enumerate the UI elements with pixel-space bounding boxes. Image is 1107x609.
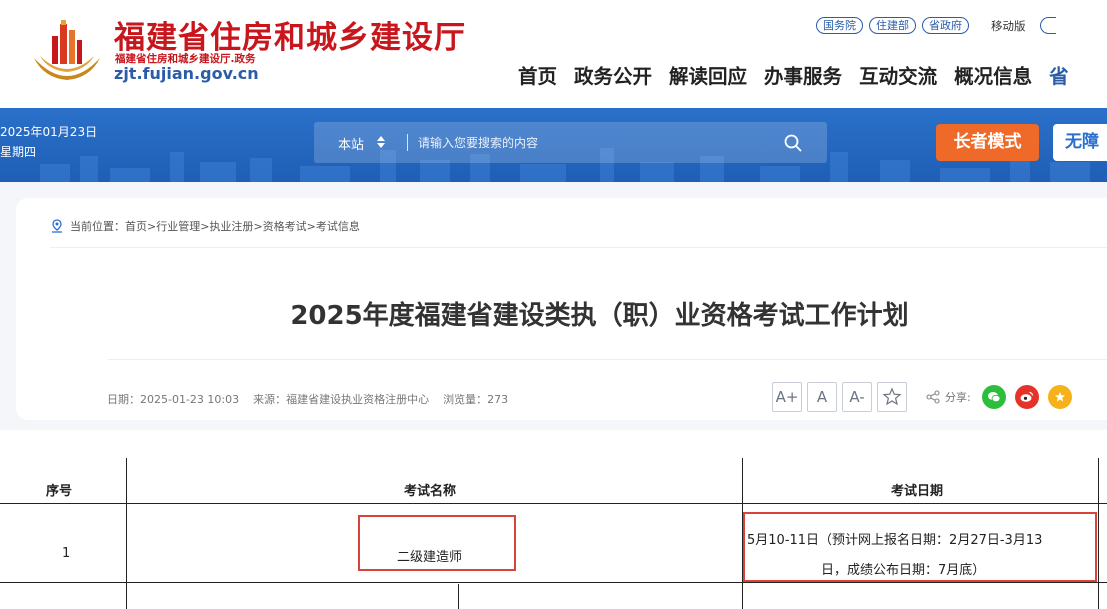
- updown-caret-icon[interactable]: [376, 134, 386, 150]
- share-icon: [926, 390, 940, 404]
- breadcrumb-industry[interactable]: 行业管理: [156, 218, 200, 234]
- article-source: 来源：福建省建设执业资格注册中心: [253, 393, 430, 406]
- main-nav: 首页 政务公开 解读回应 办事服务 互动交流 概况信息 省: [518, 60, 1069, 89]
- search-input[interactable]: [418, 132, 778, 153]
- site-domain-suffix: .fujian.gov.cn: [136, 64, 259, 83]
- search-box: 本站: [314, 122, 827, 163]
- mobile-version-link[interactable]: 移动版: [991, 18, 1026, 34]
- nav-interaction[interactable]: 互动交流: [859, 60, 937, 89]
- font-smaller-button[interactable]: A-: [842, 382, 872, 412]
- search-icon[interactable]: [784, 134, 802, 152]
- table-column-line: [126, 458, 127, 609]
- search-divider: [407, 134, 408, 151]
- header-exam-date: 考试日期: [891, 484, 944, 499]
- nav-gov-affairs[interactable]: 政务公开: [574, 60, 652, 89]
- breadcrumb-prefix: 当前位置：: [70, 220, 125, 233]
- row-index: 1: [62, 546, 71, 561]
- table-header-line: [0, 503, 1107, 504]
- table-row-line: [0, 582, 1107, 583]
- article-date: 日期：2025-01-23 10:03: [107, 393, 240, 406]
- row-exam-date-line1: 5月10-11日（预计网上报名日期：2月27日-3月13: [747, 533, 1043, 548]
- table-column-line: [1098, 458, 1099, 609]
- header-exam-name: 考试名称: [404, 484, 457, 499]
- article-tools: A+ A A- 分享:: [772, 382, 1076, 412]
- nav-overview[interactable]: 概况信息: [954, 60, 1032, 89]
- link-provincial-gov[interactable]: 省政府: [922, 17, 969, 34]
- article-meta: 日期：2025-01-23 10:03 来源：福建省建设执业资格注册中心 浏览量…: [107, 391, 508, 407]
- share-label: 分享:: [945, 391, 971, 404]
- site-header: 福建省住房和城乡建设厅 福建省住房和城乡建设厅.政务 zjt.fujian.go…: [0, 0, 1107, 108]
- location-pin-icon: [52, 219, 62, 233]
- exam-table: 序号 考试名称 考试日期 1 二级建造师 5月10-11日（预计网上报名日期：2…: [0, 458, 1107, 609]
- row-exam-name: 二级建造师: [397, 550, 463, 565]
- breadcrumb-registration[interactable]: 执业注册: [209, 218, 253, 234]
- date-display: 2025年01月23日 星期四: [0, 122, 97, 162]
- link-mohurd[interactable]: 住建部: [869, 17, 916, 34]
- breadcrumb-qualification[interactable]: 资格考试: [263, 218, 307, 234]
- font-normal-button[interactable]: A: [807, 382, 837, 412]
- barrier-free-button[interactable]: 无障: [1053, 124, 1107, 161]
- top-links: 国务院 住建部 省政府 移动版: [816, 17, 1056, 34]
- breadcrumb-sep: >: [147, 219, 157, 233]
- search-scope-select[interactable]: 本站: [338, 134, 364, 153]
- nav-interpretation[interactable]: 解读回应: [669, 60, 747, 89]
- breadcrumb: 当前位置： 首页 > 行业管理 > 执业注册 > 资格考试 > 考试信息: [50, 218, 360, 234]
- breadcrumb-divider: [50, 247, 1107, 248]
- title-divider: [108, 359, 1107, 360]
- font-larger-button[interactable]: A+: [772, 382, 802, 412]
- banner: 2025年01月23日 星期四 本站 长者模式 无障: [0, 108, 1107, 182]
- nav-province[interactable]: 省: [1049, 60, 1069, 89]
- current-weekday: 星期四: [0, 145, 37, 159]
- weibo-share-icon[interactable]: [1014, 385, 1039, 409]
- header-index: 序号: [46, 484, 73, 499]
- article-views: 浏览量：273: [443, 393, 509, 406]
- nav-services[interactable]: 办事服务: [764, 60, 842, 89]
- breadcrumb-home[interactable]: 首页: [125, 218, 147, 234]
- qzone-share-icon[interactable]: [1047, 385, 1072, 409]
- logo-emblem-icon[interactable]: [30, 16, 104, 86]
- favorite-star-icon[interactable]: [877, 382, 907, 412]
- wechat-share-icon[interactable]: [981, 385, 1006, 409]
- breadcrumb-sep: >: [306, 219, 316, 233]
- article-title: 2025年度福建省建设类执（职）业资格考试工作计划: [290, 301, 909, 331]
- breadcrumb-exam-info[interactable]: 考试信息: [316, 218, 360, 234]
- site-domain: zjt.fujian.gov.cn: [114, 64, 259, 83]
- link-state-council[interactable]: 国务院: [816, 17, 863, 34]
- breadcrumb-sep: >: [200, 219, 210, 233]
- row-exam-date-line2: 日，成绩公布日期：7月底）: [821, 563, 986, 578]
- current-date: 2025年01月23日: [0, 125, 98, 139]
- nav-home[interactable]: 首页: [518, 60, 557, 89]
- site-domain-prefix: zjt: [114, 64, 137, 83]
- language-pill-cut[interactable]: [1039, 17, 1056, 34]
- elder-mode-button[interactable]: 长者模式: [936, 124, 1039, 161]
- breadcrumb-sep: >: [253, 219, 263, 233]
- table-column-line: [458, 584, 459, 609]
